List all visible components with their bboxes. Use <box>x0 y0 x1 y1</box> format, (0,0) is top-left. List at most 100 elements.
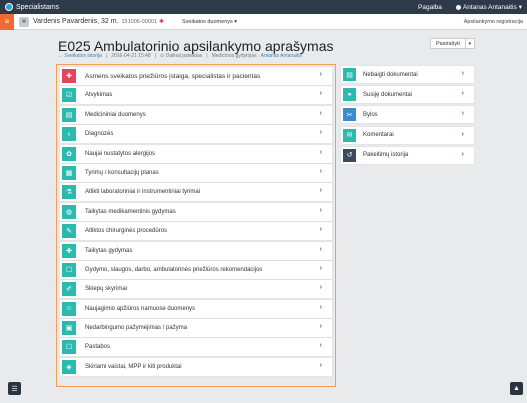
list-item[interactable]: ☐ Pastabos › <box>60 338 332 357</box>
list-item-label: Naujagimio apžiūros namuose duomenys <box>85 305 196 312</box>
list-item[interactable]: ✐ Skiepų skyrimai › <box>60 280 332 299</box>
top-navbar: Specialistams Pagalba Antanas Antanaitis… <box>0 0 527 14</box>
link-icon: ⚭ <box>343 88 356 102</box>
list-item[interactable]: ✎ Atliktos chirurginės procedūros › <box>60 222 332 241</box>
document-status: ⊙ Dalinai pateiktas <box>160 53 203 59</box>
doctor-name-link[interactable]: Antanas Antanaitis <box>261 53 302 59</box>
list-item[interactable]: ▤ Medicininiai duomenys › <box>60 105 332 124</box>
unfinished-docs-icon: ▤ <box>343 68 356 81</box>
chevron-right-icon: › <box>319 323 322 331</box>
recommendation-icon: ☐ <box>62 262 76 277</box>
patient-id: 151006-00001 <box>121 18 157 25</box>
list-item-label: Komentarai <box>363 132 394 139</box>
chevron-right-icon: › <box>319 361 322 369</box>
list-item-label: Pastabos <box>85 344 111 351</box>
page-title: E025 Ambulatorinio apsilankymo aprašymas <box>58 38 334 54</box>
list-item[interactable]: ♁ Diagnozės › <box>60 125 332 144</box>
list-item[interactable]: ✉ Komentarai › <box>341 126 474 144</box>
list-item-label: Skiriami vaistai, MPP ir kiti produktai <box>85 363 182 370</box>
syringe-icon: ✐ <box>62 282 76 297</box>
brand-logo-icon <box>5 3 13 11</box>
list-item-label: Susiję dokumentai <box>363 91 413 98</box>
visit-registration-link[interactable]: Apsilankymo registracija <box>464 19 523 25</box>
doctor-label: Medicinos gydytojas <box>211 53 257 59</box>
list-icon: ☰ <box>11 385 18 393</box>
lab-icon: ⚗ <box>62 185 76 200</box>
user-menu[interactable]: Antanas Antanaitis ▾ <box>455 3 522 11</box>
list-item-label: Nedarbingumo pažymėjimas / pažyma <box>85 325 188 332</box>
checkin-icon: ☑ <box>62 88 76 103</box>
health-data-dropdown[interactable]: Sveikatos duomenys ▾ <box>182 19 237 25</box>
menu-icon: ≡ <box>4 17 10 26</box>
caret-down-icon: ▾ <box>468 40 472 47</box>
allergy-icon: ✿ <box>62 146 76 161</box>
list-item[interactable]: ▦ Tyrimų / konsultacijų planas › <box>60 163 332 182</box>
chevron-right-icon: › <box>319 90 322 98</box>
list-item[interactable]: ◍ Taikytas medikamentinis gydymas › <box>60 202 332 221</box>
list-item-label: Taikytas gydymas <box>85 247 133 254</box>
health-history-link[interactable]: ← Sveikatos istorija <box>58 53 102 59</box>
patient-name[interactable]: Vardenis Pavardenis, 32 m. <box>33 18 118 25</box>
list-item-label: Atlikti laboratoriniai ir instrumentinia… <box>85 189 201 196</box>
chevron-right-icon: › <box>319 71 322 78</box>
treatment-icon: ✚ <box>62 243 76 258</box>
list-view-button[interactable]: ☰ <box>8 382 21 395</box>
list-item[interactable]: ↺ Pakeitimų istorija › <box>341 146 474 164</box>
chevron-right-icon: › <box>319 148 322 156</box>
chevron-right-icon: › <box>319 187 322 195</box>
chevron-right-icon: › <box>461 130 464 138</box>
chevron-right-icon: › <box>461 70 464 77</box>
list-item-label: Pakeitimų istorija <box>363 152 409 159</box>
baby-icon: ☺ <box>62 301 76 316</box>
list-item[interactable]: ◈ Skiriami vaistai, MPP ir kiti produktai… <box>60 357 332 376</box>
list-item[interactable]: ☺ Naujagimio apžiūros namuose duomenys › <box>60 299 332 318</box>
chevron-right-icon: › <box>319 226 322 234</box>
chevron-right-icon: › <box>319 109 322 117</box>
list-item[interactable]: ☑ Atvykimas › <box>60 86 332 105</box>
related-panel-list: ▤ Nebaigti dokumentai › ⚭ Susiję dokumentai ›… <box>341 66 474 167</box>
list-item-label: Medicininiai duomenys <box>85 111 146 118</box>
certificate-icon: ▣ <box>62 321 76 336</box>
comment-icon: ✉ <box>343 128 356 142</box>
list-item-label: Nebaigti dokumentai <box>363 71 418 78</box>
sign-dropdown-toggle[interactable]: ▾ <box>465 38 475 49</box>
help-link[interactable]: Pagalba <box>418 4 442 11</box>
chevron-right-icon: › <box>319 129 322 137</box>
caret-down-icon: ▾ <box>518 4 522 11</box>
chevron-right-icon: › <box>461 150 464 158</box>
list-item-label: Atliktos chirurginės procedūros <box>85 228 168 235</box>
list-item[interactable]: ▣ Nedarbingumo pažymėjimas / pažyma › <box>60 319 332 338</box>
list-item[interactable]: ▤ Nebaigti dokumentai › <box>341 66 474 83</box>
sign-button[interactable]: Pasirašyti <box>430 38 466 49</box>
list-item-label: Tyrimų / konsultacijų planas <box>85 169 159 176</box>
list-item[interactable]: ⚗ Atlikti laboratoriniai ir instrumentini… <box>60 183 332 202</box>
list-item[interactable]: ✚ Taikytas gydymas › <box>60 241 332 260</box>
menu-toggle-button[interactable]: ≡ <box>0 13 14 30</box>
patient-bar: ≡ Vardenis Pavardenis, 32 m. 151006-0000… <box>0 13 527 30</box>
stethoscope-icon: ♁ <box>62 127 76 142</box>
document-icon: ▤ <box>62 107 76 122</box>
patient-avatar <box>19 16 29 27</box>
chevron-right-icon: › <box>319 303 322 311</box>
chevron-right-icon: › <box>461 90 464 98</box>
list-item-label: Taikytas medikamentinis gydymas <box>85 208 176 215</box>
chevron-right-icon: › <box>319 167 322 175</box>
list-item[interactable]: ✂ Bylos › <box>341 106 474 124</box>
note-icon: ☐ <box>62 340 76 355</box>
chevron-right-icon: › <box>319 284 322 292</box>
document-datetime: 2016-04-21 15:48 <box>111 53 151 59</box>
calendar-icon: ▦ <box>62 165 76 180</box>
pill-icon: ◍ <box>62 204 76 219</box>
chevron-right-icon: › <box>319 245 322 253</box>
scroll-top-button[interactable]: ▲ <box>510 382 523 395</box>
list-item[interactable]: ✚ Asmens sveikatos priežiūros įstaiga, sp… <box>60 67 332 85</box>
list-item-label: Bylos <box>363 111 378 118</box>
brand-name: Specialistams <box>16 3 60 11</box>
chevron-right-icon: › <box>319 264 322 272</box>
brand[interactable]: Specialistams <box>5 3 59 11</box>
patient-flag-icon: ✱ <box>158 19 164 25</box>
list-item[interactable]: ✿ Naujai nustatytos alergijos › <box>60 144 332 163</box>
list-item[interactable]: ☐ Gydymo, slaugos, darbo, ambulatorinės p… <box>60 260 332 279</box>
list-item[interactable]: ⚭ Susiję dokumentai › <box>341 86 474 104</box>
list-item-label: Asmens sveikatos priežiūros įstaiga, spe… <box>85 72 261 80</box>
